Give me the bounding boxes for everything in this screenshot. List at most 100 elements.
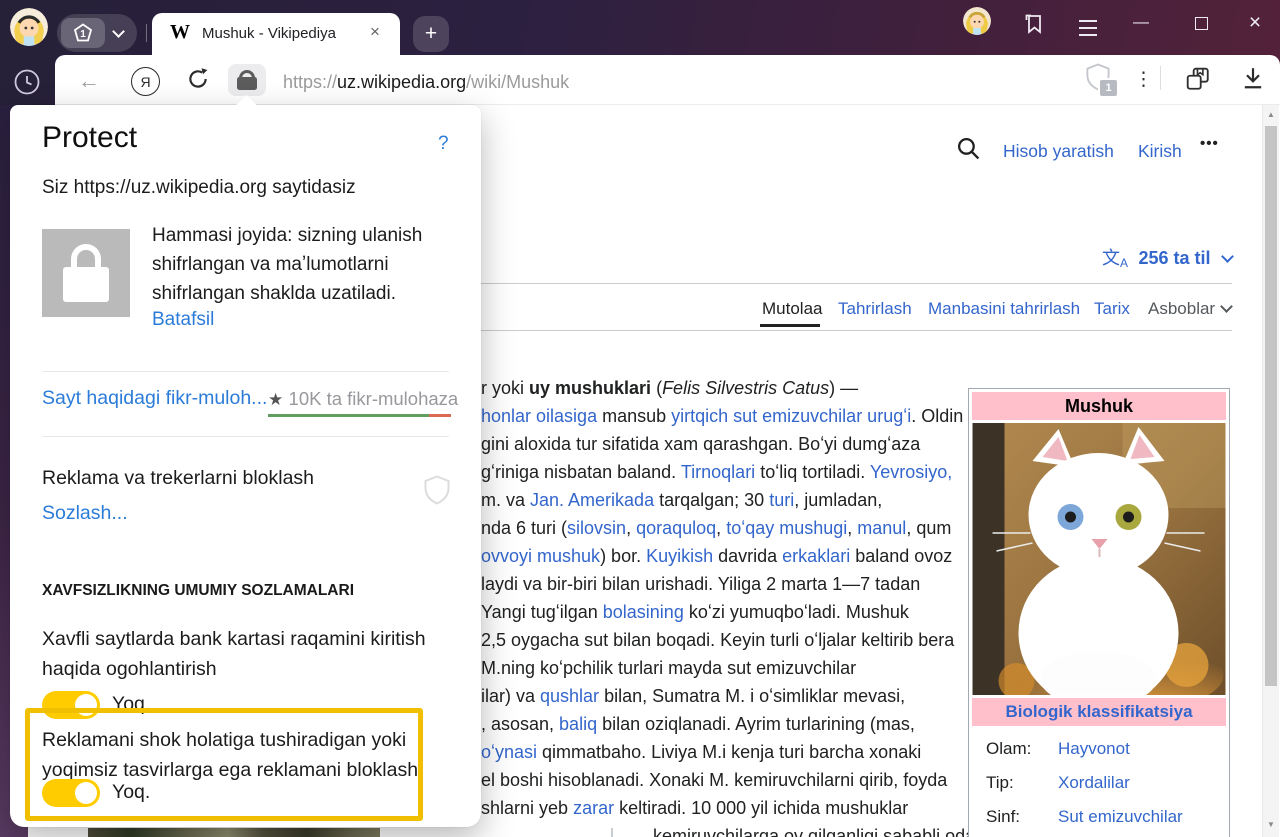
wiki-more-menu[interactable]: ••• <box>1200 135 1219 152</box>
article-link[interactable]: Yevrosiyo, <box>870 462 952 482</box>
security-section-header: XAVFSIZLIKNING UMUMIY SOZLAMALARI <box>42 582 354 600</box>
article-text-segment: keltiradi. 10 000 yil ichida mushuklar <box>614 798 908 818</box>
article-text-segment: m. va <box>481 490 530 510</box>
protect-shield-button[interactable]: 1 <box>1086 63 1120 97</box>
article-link[interactable]: zarar <box>573 798 614 818</box>
article-line: M.ning koʻpchilik turlari mayda sut emiz… <box>481 654 856 682</box>
site-security-chip[interactable] <box>228 64 266 96</box>
article-text-segment: gʻriniga nisbatan baland. <box>481 462 681 482</box>
configure-link[interactable]: Sozlash... <box>42 502 128 525</box>
article-text-segment: baland ovoz <box>850 546 952 566</box>
article-link[interactable]: manul <box>857 518 906 538</box>
wiki-tab-tahrirlash[interactable]: Tahrirlash <box>838 299 912 319</box>
avatar-girl-icon <box>10 8 48 46</box>
maximize-icon <box>1195 17 1208 30</box>
article-line: gʻriniga nisbatan baland. Tirnoqlari toʻ… <box>481 458 952 486</box>
history-sidebar-button[interactable] <box>13 68 41 101</box>
wiki-tab-manbasini-tahrirlash[interactable]: Manbasini tahrirlash <box>928 299 1080 319</box>
browser-menu-button[interactable] <box>1076 16 1100 45</box>
maximize-button[interactable] <box>1186 8 1216 38</box>
tab-counter-button[interactable]: 1 <box>61 18 105 48</box>
shield-outline-icon <box>424 475 450 505</box>
article-text-segment: ) — <box>829 378 858 398</box>
language-icon: 文A <box>1102 251 1128 268</box>
infobox-row-value-link[interactable]: Sut emizuvchilar <box>1058 807 1183 826</box>
article-link[interactable]: oʻynasi <box>481 742 537 762</box>
wiki-tab-mutolaa[interactable]: Mutolaa <box>762 299 822 319</box>
wiki-search-button[interactable] <box>956 136 981 166</box>
collections-button[interactable] <box>1185 66 1211 97</box>
shock-ads-toggle[interactable] <box>42 779 100 807</box>
protect-panel: Protect ? Siz https://uz.wikipedia.org s… <box>10 105 481 827</box>
article-link[interactable]: yirtqich sut emizuvchilar urugʻi <box>671 406 911 426</box>
minimize-button[interactable]: — <box>1126 8 1156 38</box>
url-bar[interactable]: https://uz.wikipedia.org/wiki/Mushuk <box>283 72 569 93</box>
article-link[interactable]: Jan. Amerikada <box>530 490 654 510</box>
article-text-segment: ) bor. <box>600 546 646 566</box>
shield-badge: 1 <box>1098 78 1119 98</box>
clock-icon <box>13 68 41 96</box>
article-line: r yoki uy mushuklari (Felis Silvestris C… <box>481 374 858 402</box>
rating-bar <box>268 414 451 417</box>
article-text-segment: , jumladan, <box>794 490 882 510</box>
wiki-language-button[interactable]: 文A 256 ta til <box>900 244 1232 270</box>
article-link[interactable]: honlar oilasiga <box>481 406 597 426</box>
article-line: m. va Jan. Amerikada tarqalgan; 30 turi,… <box>481 486 882 514</box>
wiki-login-link[interactable]: Kirish <box>1138 141 1182 162</box>
article-link[interactable]: ovvoyi mushuk <box>481 546 600 566</box>
article-link[interactable]: Kuyikish <box>646 546 713 566</box>
back-button[interactable]: ← <box>78 68 100 94</box>
downloads-button[interactable] <box>1241 66 1265 95</box>
wiki-tab-asboblar[interactable]: Asboblar <box>1148 299 1231 319</box>
wiki-create-account-link[interactable]: Hisob yaratish <box>1003 141 1114 162</box>
scrollbar-thumb[interactable] <box>1265 126 1277 686</box>
new-tab-button[interactable]: + <box>413 16 449 52</box>
toggle-knob <box>75 782 97 804</box>
collections-icon <box>1185 66 1211 92</box>
connection-lock-tile <box>42 229 130 317</box>
article-text-segment: uy mushuklari <box>529 378 651 398</box>
page-menu-button[interactable]: ⋮ <box>1134 68 1153 91</box>
infobox: Mushuk <box>968 388 1230 837</box>
site-rating: ★ 10K ta fikr-mulohaza <box>268 388 458 411</box>
infobox-row-label: Olam: <box>986 732 1058 766</box>
bookmarks-button[interactable] <box>1022 12 1046 41</box>
article-link[interactable]: turi <box>769 490 794 510</box>
article-link[interactable]: Tirnoqlari <box>681 462 755 482</box>
article-link[interactable]: qushlar <box>540 686 599 706</box>
article-text-segment: tarqalgan; 30 <box>654 490 769 510</box>
chevron-down-icon[interactable] <box>112 25 125 38</box>
tab-group-pill[interactable]: 1 <box>57 14 137 52</box>
infobox-row-value-link[interactable]: Hayvonot <box>1058 739 1130 758</box>
article-line: , asosan, baliq bilan oziqlanadi. Ayrim … <box>481 710 915 738</box>
article-link[interactable]: toʻqay mushugi <box>726 518 847 538</box>
site-feedback-link[interactable]: Sayt haqidagi fikr-muloh... <box>42 387 267 410</box>
scrollbar-down-arrow[interactable]: ▼ <box>1263 815 1279 833</box>
reload-button[interactable] <box>186 67 210 96</box>
help-link[interactable]: ? <box>438 133 449 155</box>
article-link[interactable]: baliq <box>559 714 597 734</box>
url-path: /wiki/Mushuk <box>466 72 569 92</box>
scrollbar-up-arrow[interactable]: ▲ <box>1263 105 1279 123</box>
article-line: 2,5 oygacha sut bilan boqadi. Keyin turl… <box>481 626 954 654</box>
article-link[interactable]: silovsin <box>567 518 626 538</box>
download-icon <box>1241 66 1265 90</box>
adblock-section-label: Reklama va trekerlarni bloklash <box>42 467 314 490</box>
article-line: honlar oilasiga mansub yirtqich sut emiz… <box>481 402 963 430</box>
article-text-segment: davrida <box>713 546 782 566</box>
sync-avatar[interactable] <box>963 7 991 35</box>
article-link[interactable]: erkaklari <box>782 546 850 566</box>
details-link[interactable]: Batafsil <box>152 309 214 331</box>
tab-close-icon[interactable]: × <box>370 22 380 42</box>
profile-avatar[interactable] <box>10 8 48 46</box>
wiki-tab-tarix[interactable]: Tarix <box>1094 299 1130 319</box>
page-scrollbar[interactable]: ▲ ▼ <box>1262 105 1279 837</box>
article-text-segment: , <box>626 518 636 538</box>
active-tab[interactable]: W Mushuk - Vikipediya × <box>152 13 400 55</box>
yandex-services-button[interactable]: Я <box>131 67 160 96</box>
window-close-button[interactable]: × <box>1240 8 1270 38</box>
article-link[interactable]: qoraquloq <box>636 518 716 538</box>
infobox-row-value-link[interactable]: Xordalilar <box>1058 773 1130 792</box>
article-link[interactable]: bolasining <box>603 602 684 622</box>
article-line: ovvoyi mushuk) bor. Kuyikish davrida erk… <box>481 542 952 570</box>
